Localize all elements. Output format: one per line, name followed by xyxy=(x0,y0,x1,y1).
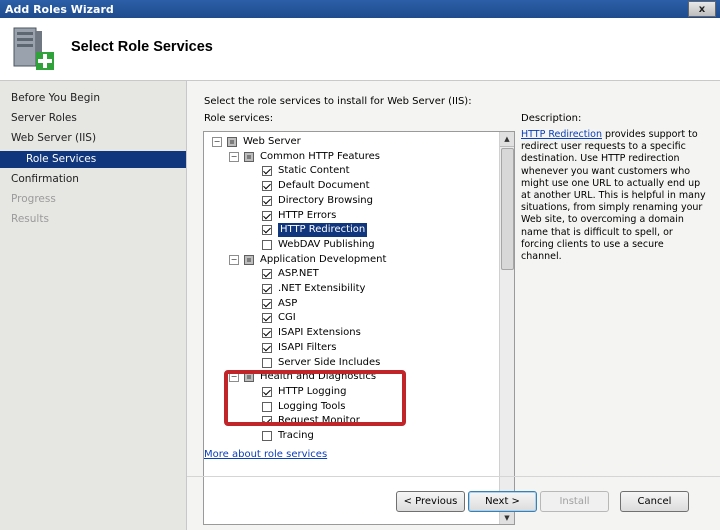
collapse-icon[interactable]: − xyxy=(229,254,239,265)
checkbox[interactable] xyxy=(262,269,272,280)
nav-item-confirmation[interactable]: Confirmation xyxy=(0,171,186,188)
tree-item-request-monitor[interactable]: Request Monitor xyxy=(262,414,360,428)
tree-item-label: ASP xyxy=(278,297,298,309)
checkbox[interactable] xyxy=(227,137,237,147)
checkbox[interactable] xyxy=(262,225,272,236)
previous-button[interactable]: < Previous xyxy=(396,491,465,512)
tree-item-label: Web Server xyxy=(243,136,301,147)
nav-item-before-you-begin[interactable]: Before You Begin xyxy=(0,90,186,107)
tree-item-logging-tools[interactable]: Logging Tools xyxy=(262,400,346,414)
tree-item-asp[interactable]: ASP xyxy=(262,297,297,311)
checkbox[interactable] xyxy=(262,195,272,206)
tree-item-static-content[interactable]: Static Content xyxy=(262,164,350,178)
collapse-icon[interactable]: − xyxy=(229,151,239,162)
tree-item-label: Logging Tools xyxy=(278,400,346,412)
checkbox[interactable] xyxy=(262,239,272,250)
tree-scrollbar[interactable]: ▲ ▼ xyxy=(499,132,514,524)
tree-item-label: Common HTTP Features xyxy=(260,150,380,162)
close-button[interactable]: x xyxy=(688,1,716,17)
page-title: Select Role Services xyxy=(71,39,213,55)
tree-item-label: ISAPI Filters xyxy=(278,341,337,353)
checkbox[interactable] xyxy=(262,328,272,339)
tree-item-webdav-publishing[interactable]: WebDAV Publishing xyxy=(262,238,375,252)
checkbox[interactable] xyxy=(262,313,272,324)
install-button: Install xyxy=(540,491,609,512)
tree-item-default-document[interactable]: Default Document xyxy=(262,179,370,193)
checkbox[interactable] xyxy=(262,357,272,368)
checkbox[interactable] xyxy=(244,254,254,265)
tree-item-label: HTTP Logging xyxy=(278,385,347,397)
checkbox[interactable] xyxy=(262,342,272,353)
tree-item-label: Static Content xyxy=(278,165,350,177)
tree-item-application-development[interactable]: − Application Development xyxy=(229,253,386,267)
window-title: Add Roles Wizard xyxy=(5,2,114,16)
description-body: HTTP Redirection provides support to red… xyxy=(521,129,707,263)
checkbox[interactable] xyxy=(262,298,272,309)
server-add-icon xyxy=(13,27,54,70)
tree-item-health-and-diagnostics[interactable]: − Health and Diagnostics xyxy=(229,370,376,384)
collapse-icon[interactable]: − xyxy=(212,137,222,147)
collapse-icon[interactable]: − xyxy=(229,372,239,383)
tree-item-asp-net[interactable]: ASP.NET xyxy=(262,267,319,281)
tree-item-isapi-extensions[interactable]: ISAPI Extensions xyxy=(262,326,361,340)
role-services-label: Role services: xyxy=(204,113,274,124)
tree-item-label: ISAPI Extensions xyxy=(278,327,361,339)
checkbox[interactable] xyxy=(262,284,272,294)
footer-divider xyxy=(187,476,720,477)
nav-item-web-server[interactable]: Web Server (IIS) xyxy=(0,130,186,147)
nav-item-role-services[interactable]: Role Services xyxy=(0,151,186,168)
role-services-tree[interactable]: − Web Server − Common HTTP Features Static C… xyxy=(203,131,515,525)
checkbox[interactable] xyxy=(262,431,272,441)
tree-item-http-logging[interactable]: HTTP Logging xyxy=(262,385,346,399)
tree-item-cgi[interactable]: CGI xyxy=(262,311,296,325)
tree-item-label: Request Monitor xyxy=(278,415,360,427)
tree-item-label: HTTP Redirection xyxy=(278,223,368,238)
wizard-header: Select Role Services xyxy=(0,18,720,81)
nav-item-results: Results xyxy=(11,213,49,225)
cancel-button[interactable]: Cancel xyxy=(620,491,689,512)
checkbox[interactable] xyxy=(262,210,272,221)
tree-item-common-http-features[interactable]: − Common HTTP Features xyxy=(229,150,380,164)
scroll-thumb[interactable] xyxy=(501,148,514,270)
tree-item-label: Directory Browsing xyxy=(278,194,373,206)
nav-item-progress: Progress xyxy=(11,193,56,205)
wizard-nav: Before You Begin Server Roles Web Server… xyxy=(0,81,187,530)
checkbox[interactable] xyxy=(262,181,272,192)
description-title: Description: xyxy=(521,113,582,124)
tree-item-server-side-includes[interactable]: Server Side Includes xyxy=(262,356,380,370)
main-content: Select the role services to install for … xyxy=(187,81,720,530)
tree-item-label: Application Development xyxy=(260,253,387,265)
tree-item-label: HTTP Errors xyxy=(278,209,337,221)
tree-item-label: WebDAV Publishing xyxy=(278,238,375,250)
tree-item-label: Health and Diagnostics xyxy=(260,371,377,383)
tree-item-label: CGI xyxy=(278,312,296,324)
scroll-up-icon[interactable]: ▲ xyxy=(500,132,514,147)
tree-item-label: Server Side Includes xyxy=(278,356,381,368)
checkbox[interactable] xyxy=(244,372,254,383)
description-link[interactable]: HTTP Redirection xyxy=(521,129,602,140)
tree-item-net-extensibility[interactable]: .NET Extensibility xyxy=(262,282,365,296)
tree-item-web-server[interactable]: − Web Server xyxy=(212,135,301,149)
checkbox[interactable] xyxy=(262,386,272,397)
tree-item-label: Tracing xyxy=(278,430,314,441)
tree-item-directory-browsing[interactable]: Directory Browsing xyxy=(262,194,373,208)
tree-item-tracing[interactable]: Tracing xyxy=(262,429,314,443)
checkbox[interactable] xyxy=(262,401,272,412)
description-text: provides support to redirect user reques… xyxy=(521,129,706,263)
tree-item-http-redirection[interactable]: HTTP Redirection xyxy=(262,223,368,238)
tree-item-isapi-filters[interactable]: ISAPI Filters xyxy=(262,341,336,355)
nav-item-server-roles[interactable]: Server Roles xyxy=(0,110,186,127)
more-about-role-services-link[interactable]: More about role services xyxy=(204,449,327,460)
tree-item-http-errors[interactable]: HTTP Errors xyxy=(262,209,336,223)
tree-item-label: .NET Extensibility xyxy=(278,283,366,294)
scroll-down-icon[interactable]: ▼ xyxy=(500,510,514,524)
checkbox[interactable] xyxy=(244,151,254,162)
title-bar: Add Roles Wizard x xyxy=(0,0,720,18)
instruction-text: Select the role services to install for … xyxy=(204,96,472,107)
next-button[interactable]: Next > xyxy=(468,491,537,512)
checkbox[interactable] xyxy=(262,416,272,427)
checkbox[interactable] xyxy=(262,166,272,177)
tree-item-label: Default Document xyxy=(278,180,370,192)
tree-item-label: ASP.NET xyxy=(278,268,319,280)
